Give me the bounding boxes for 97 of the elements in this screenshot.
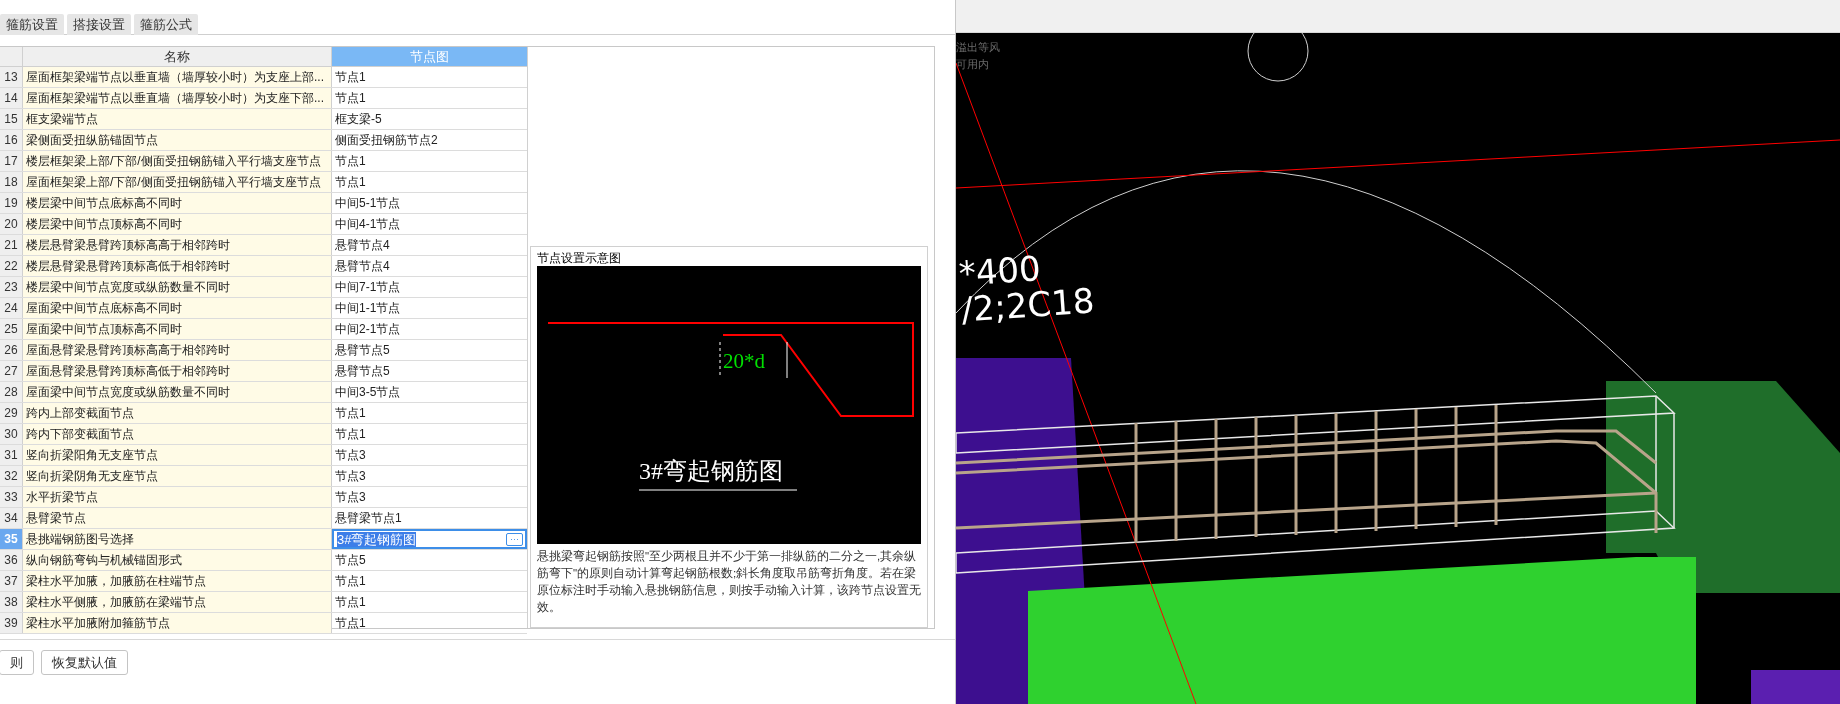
row-number: 14 bbox=[0, 88, 23, 108]
table-cell: 跨内上部变截面节点 bbox=[23, 403, 332, 423]
table-cell-text: 节点3 bbox=[334, 468, 367, 485]
row-number: 34 bbox=[0, 508, 23, 528]
row-number: 29 bbox=[0, 403, 23, 423]
row-number: 16 bbox=[0, 130, 23, 150]
table-cell-text: 悬臂梁节点1 bbox=[334, 510, 403, 527]
table-cell: 梁侧面受扭纵筋锚固节点 bbox=[23, 130, 332, 150]
table-cell-text: 节点1 bbox=[334, 405, 367, 422]
row-number: 21 bbox=[0, 235, 23, 255]
action-button[interactable]: 恢复默认值 bbox=[41, 650, 128, 675]
table-cell-text: 节点1 bbox=[334, 573, 367, 590]
table-cell-text: 节点1 bbox=[334, 594, 367, 611]
row-number: 28 bbox=[0, 382, 23, 402]
table-cell: 楼层梁中间节点顶标高不同时 bbox=[23, 214, 332, 234]
table-cell-text: 侧面受扭钢筋节点2 bbox=[334, 132, 439, 149]
table-cell-text: 节点1 bbox=[334, 174, 367, 191]
table-cell: 屋面梁中间节点顶标高不同时 bbox=[23, 319, 332, 339]
row-number: 33 bbox=[0, 487, 23, 507]
dimension-mark bbox=[719, 341, 788, 379]
table-cell: 屋面梁中间节点底标高不同时 bbox=[23, 298, 332, 318]
row-number: 27 bbox=[0, 361, 23, 381]
tab[interactable]: 箍筋公式 bbox=[134, 14, 198, 35]
row-number: 35 bbox=[0, 529, 23, 549]
table-cell-text: 悬臂节点4 bbox=[334, 237, 391, 254]
table-cell: 竖向折梁阴角无支座节点 bbox=[23, 466, 332, 486]
row-number: 38 bbox=[0, 592, 23, 612]
table-cell-text: 节点1 bbox=[334, 426, 367, 443]
row-number: 26 bbox=[0, 340, 23, 360]
table-cell-text: 中间4-1节点 bbox=[334, 216, 402, 233]
row-number: 22 bbox=[0, 256, 23, 276]
row-number: 15 bbox=[0, 109, 23, 129]
row-number: 30 bbox=[0, 424, 23, 444]
selected-text: 3#弯起钢筋图 bbox=[337, 531, 417, 547]
table-cell-text: 中间1-1节点 bbox=[334, 300, 402, 317]
table-cell: 梁柱水平加腋，加腋筋在柱端节点 bbox=[23, 571, 332, 591]
node-input-field[interactable]: 3#弯起钢筋图 ··· bbox=[332, 529, 527, 549]
table-cell-text: 中间3-5节点 bbox=[334, 384, 402, 401]
action-button[interactable]: 则 bbox=[0, 650, 34, 675]
row-number: 36 bbox=[0, 550, 23, 570]
table-cell-text: 节点1 bbox=[334, 615, 367, 632]
table-cell-text: 中间7-1节点 bbox=[334, 279, 402, 296]
row-number: 13 bbox=[0, 67, 23, 87]
table-cell: 屋面悬臂梁悬臂跨顶标高高于相邻跨时 bbox=[23, 340, 332, 360]
table-cell-text: 节点3 bbox=[334, 447, 367, 464]
row-number: 19 bbox=[0, 193, 23, 213]
row-number: 18 bbox=[0, 172, 23, 192]
table-cell: 楼层梁中间节点底标高不同时 bbox=[23, 193, 332, 213]
row-number: 25 bbox=[0, 319, 23, 339]
table-cell-text: 悬臂节点5 bbox=[334, 342, 391, 359]
table-cell-text: 悬臂节点4 bbox=[334, 258, 391, 275]
table-cell-text: 节点1 bbox=[334, 153, 367, 170]
table-cell-text: 中间5-1节点 bbox=[334, 195, 402, 212]
row-number: 24 bbox=[0, 298, 23, 318]
table-cell: 屋面框架梁端节点以垂直墙（墙厚较小时）为支座上部... bbox=[23, 67, 332, 87]
table-cell: 悬臂梁节点 bbox=[23, 508, 332, 528]
table-cell: 屋面框架梁上部/下部/侧面受扭钢筋锚入平行墙支座节点 bbox=[23, 172, 332, 192]
tab[interactable]: 箍筋设置 bbox=[0, 14, 64, 35]
table-cell: 水平折梁节点 bbox=[23, 487, 332, 507]
row-number: 23 bbox=[0, 277, 23, 297]
table-cell: 梁柱水平侧腋，加腋筋在梁端节点 bbox=[23, 592, 332, 612]
row-number: 20 bbox=[0, 214, 23, 234]
dimension-label: 20*d bbox=[723, 348, 765, 374]
row-number: 37 bbox=[0, 571, 23, 591]
table-cell: 屋面框架梁端节点以垂直墙（墙厚较小时）为支座下部... bbox=[23, 88, 332, 108]
table-cell: 纵向钢筋弯钩与机械锚固形式 bbox=[23, 550, 332, 570]
row-number: 17 bbox=[0, 151, 23, 171]
diagram-caption: 3#弯起钢筋图 bbox=[639, 457, 783, 486]
table-cell: 框支梁端节点 bbox=[23, 109, 332, 129]
table-cell-text: 节点1 bbox=[334, 90, 367, 107]
table-cell: 竖向折梁阳角无支座节点 bbox=[23, 445, 332, 465]
circle-mark bbox=[1247, 33, 1309, 82]
viewport-label: 溢出等风 bbox=[956, 40, 1000, 55]
column-header[interactable]: 名称 bbox=[23, 47, 332, 66]
description-text: 悬挑梁弯起钢筋按照"至少两根且并不少于第一排纵筋的二分之一,其余纵筋弯下"的原则自动计算弯起钢筋根数;斜长角度取吊筋弯折角度。若在梁原位标注时手动输入悬挑钢筋信息，则按手动输入计算，该跨节点设置无效。 bbox=[537, 549, 921, 615]
table-cell-text: 节点5 bbox=[334, 552, 367, 569]
row-number: 31 bbox=[0, 445, 23, 465]
table-cell: 梁柱水平加腋附加箍筋节点 bbox=[23, 613, 332, 633]
tab[interactable]: 搭接设置 bbox=[67, 14, 131, 35]
panel-title: 节点设置示意图 bbox=[537, 250, 622, 266]
table-cell-text: 节点1 bbox=[334, 69, 367, 86]
table-cell-text: 节点3 bbox=[334, 489, 367, 506]
table-cell: 屋面悬臂梁悬臂跨顶标高低于相邻跨时 bbox=[23, 361, 332, 381]
table-cell: 悬挑端钢筋图号选择 bbox=[23, 529, 332, 549]
table-cell: 楼层框架梁上部/下部/侧面受扭钢筋锚入平行墙支座节点 bbox=[23, 151, 332, 171]
table-cell: 楼层梁中间节点宽度或纵筋数量不同时 bbox=[23, 277, 332, 297]
ellipsis-button[interactable]: ··· bbox=[506, 532, 523, 546]
table-cell: 屋面梁中间节点宽度或纵筋数量不同时 bbox=[23, 382, 332, 402]
row-number: 32 bbox=[0, 466, 23, 486]
table-cell-text: 中间2-1节点 bbox=[334, 321, 402, 338]
table-cell: 跨内下部变截面节点 bbox=[23, 424, 332, 444]
table-cell-text: 框支梁-5 bbox=[334, 111, 383, 128]
viewport-label: 可用内 bbox=[956, 57, 990, 72]
row-number: 39 bbox=[0, 613, 23, 633]
table-cell-text: 悬臂节点5 bbox=[334, 363, 391, 380]
table-cell: 楼层悬臂梁悬臂跨顶标高高于相邻跨时 bbox=[23, 235, 332, 255]
table-cell: 楼层悬臂梁悬臂跨顶标高低于相邻跨时 bbox=[23, 256, 332, 276]
